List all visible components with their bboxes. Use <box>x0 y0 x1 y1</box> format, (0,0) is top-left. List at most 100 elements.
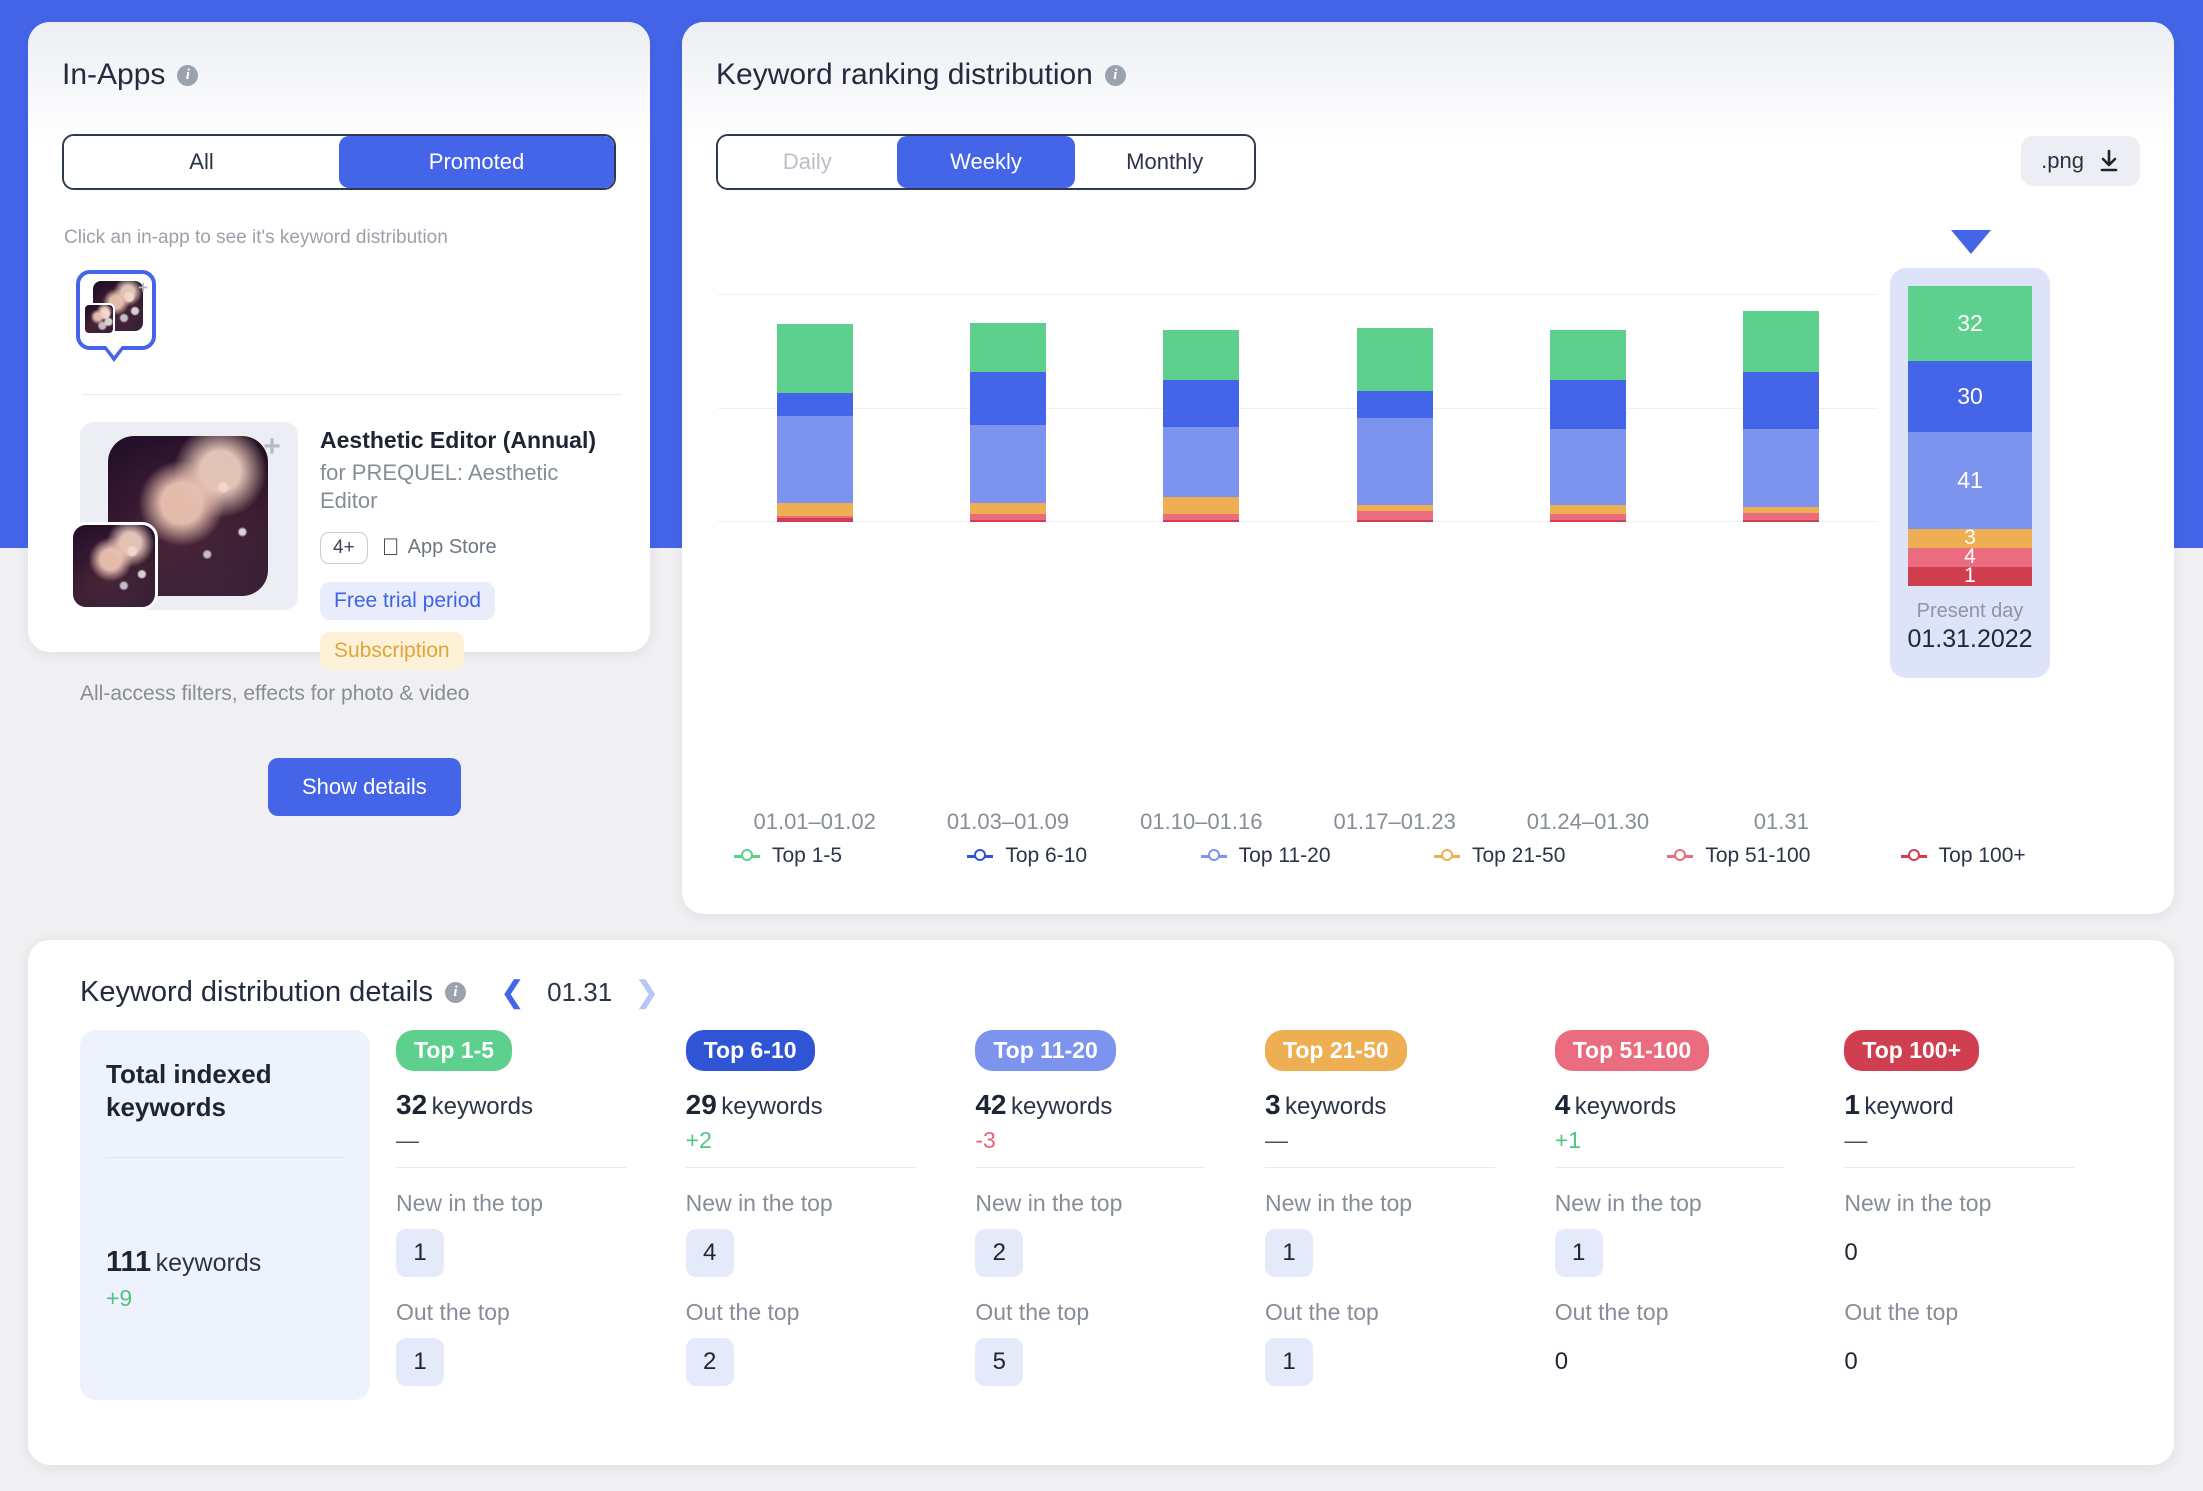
count-delta: +1 <box>1554 1127 1581 1153</box>
chevron-left-icon[interactable]: ❮ <box>500 977 525 1008</box>
present-day-date: 01.31.2022 <box>1907 625 2033 653</box>
in-apps-hint: Click an in-app to see it's keyword dist… <box>64 227 448 248</box>
column-divider <box>396 1167 626 1168</box>
count-delta: — <box>1844 1127 1868 1153</box>
date-navigator[interactable]: ❮ 01.31 ❯ <box>500 977 659 1008</box>
bar-column[interactable] <box>1105 294 1298 522</box>
present-day-segment: 1 <box>1908 566 2032 587</box>
bar-segment <box>1549 520 1626 522</box>
bar-segment <box>1743 428 1820 507</box>
x-axis-label: 01.01–01.02 <box>753 809 876 834</box>
chevron-right-icon[interactable]: ❯ <box>634 977 659 1008</box>
bar-segment <box>1163 520 1240 522</box>
legend-item[interactable]: Top 1-5 <box>734 844 967 868</box>
app-root: In-Apps i All Promoted Click an in-app t… <box>0 0 2203 1491</box>
bar-segment <box>1743 371 1820 429</box>
column-divider <box>1265 1167 1496 1168</box>
legend-item[interactable]: Top 6-10 <box>967 844 1200 868</box>
legend-label: Top 6-10 <box>1005 844 1088 867</box>
legend-label: Top 51-100 <box>1705 844 1811 867</box>
rank-range-badge: Top 100+ <box>1844 1030 1979 1071</box>
out-the-top-label: Out the top <box>1265 1299 1379 1325</box>
in-app-thumb-selected[interactable]: + <box>76 270 156 350</box>
stacked-bar[interactable] <box>1163 330 1240 522</box>
present-day-stack: 32 30 41 3 4 1 <box>1908 286 2032 587</box>
bar-segment <box>1356 390 1433 418</box>
bar-column[interactable] <box>911 294 1104 522</box>
keyword-distribution-details-card: Keyword distribution details i ❮ 01.31 ❯… <box>28 940 2174 1465</box>
bar-segment <box>1163 427 1240 498</box>
stacked-bar[interactable] <box>1743 311 1820 522</box>
stacked-bar[interactable] <box>776 324 853 522</box>
bar-column[interactable] <box>718 294 911 522</box>
rank-range-badge: Top 21-50 <box>1265 1030 1407 1071</box>
stacked-bar[interactable] <box>1549 330 1626 522</box>
new-in-top-label: New in the top <box>1844 1190 1992 1216</box>
bar-segment <box>969 322 1046 372</box>
legend-item[interactable]: Top 21-50 <box>1433 844 1667 868</box>
tab-all[interactable]: All <box>64 136 339 189</box>
present-day-segment: 41 <box>1908 431 2032 529</box>
total-indexed-keywords-box: Total indexed keywords 111 keywords +9 <box>80 1030 370 1400</box>
bar-segment <box>1356 510 1433 521</box>
in-apps-title-text: In-Apps <box>62 58 166 91</box>
legend-item[interactable]: Top 100+ <box>1900 844 2134 868</box>
tab-monthly[interactable]: Monthly <box>1075 136 1254 189</box>
in-apps-divider <box>82 394 622 395</box>
detail-column: Top 21-50 3 keywords — New in the top 1 Out t… <box>1265 1030 1555 1400</box>
legend-item[interactable]: Top 11-20 <box>1200 844 1434 868</box>
out-the-top-label: Out the top <box>1554 1299 1669 1325</box>
thumb-art-group: + <box>83 279 148 339</box>
count-delta: +2 <box>685 1127 712 1153</box>
rank-range-badge: Top 1-5 <box>396 1030 513 1071</box>
bar-segment <box>1549 379 1626 429</box>
bar-segment <box>1163 497 1240 515</box>
stacked-bar[interactable] <box>1356 328 1433 522</box>
stacked-bars <box>718 294 1878 522</box>
bar-column[interactable] <box>1685 294 1878 522</box>
chart-plot-area <box>718 294 1878 522</box>
details-grid: Total indexed keywords 111 keywords +9 T… <box>80 1030 2134 1400</box>
new-in-top-label: New in the top <box>1265 1190 1413 1216</box>
tab-promoted[interactable]: Promoted <box>339 136 614 189</box>
app-subtitle: for PREQUEL: Aesthetic Editor <box>320 459 559 514</box>
total-indexed-value: 111 keywords +9 <box>106 1246 261 1312</box>
in-app-thumb-picker[interactable]: + <box>76 270 162 362</box>
x-axis-label: 01.31 <box>1753 809 1809 834</box>
bar-segment <box>1163 379 1240 428</box>
details-header: Keyword distribution details i ❮ 01.31 ❯ <box>80 976 659 1009</box>
granularity-tabs[interactable]: Daily Weekly Monthly <box>716 134 1256 191</box>
info-icon[interactable]: i <box>1104 64 1126 86</box>
bar-segment <box>1743 512 1820 521</box>
thumb-wrap[interactable]: + <box>76 270 162 362</box>
present-day-segment: 30 <box>1908 361 2032 432</box>
bar-column[interactable] <box>1298 294 1491 522</box>
count-delta: — <box>396 1127 419 1153</box>
legend-item[interactable]: Top 51-100 <box>1667 844 1900 868</box>
bar-segment <box>1163 330 1240 380</box>
apple-icon:  <box>382 535 400 560</box>
new-in-top-label: New in the top <box>396 1190 544 1216</box>
age-rating-badge: 4+ <box>320 531 368 564</box>
present-day-panel: 32 30 41 3 4 1 Present day 01.31.2022 <box>1890 268 2050 678</box>
export-png-button[interactable]: .png <box>2021 136 2140 186</box>
new-in-top-value: 4 <box>685 1229 734 1277</box>
tab-weekly[interactable]: Weekly <box>896 136 1076 189</box>
info-icon[interactable]: i <box>445 982 467 1003</box>
in-apps-filter-tabs[interactable]: All Promoted <box>62 134 616 191</box>
count-unit: keywords <box>721 1093 823 1120</box>
out-the-top-label: Out the top <box>396 1299 510 1325</box>
bar-segment <box>776 392 853 416</box>
tab-daily[interactable]: Daily <box>718 136 897 189</box>
bar-column[interactable] <box>1491 294 1684 522</box>
info-icon[interactable]: i <box>177 64 199 86</box>
tag-subscription: Subscription <box>320 631 464 670</box>
show-details-button[interactable]: Show details <box>268 758 461 816</box>
legend-marker-icon <box>1900 847 1927 865</box>
detail-column: Top 11-20 42 keywords -3 New in the top 2 Out… <box>975 1030 1265 1400</box>
new-in-top-value: 1 <box>1265 1229 1314 1277</box>
total-delta: +9 <box>106 1285 133 1311</box>
total-count: 111 <box>106 1246 152 1278</box>
bar-segment <box>1549 428 1626 505</box>
stacked-bar[interactable] <box>969 322 1046 522</box>
